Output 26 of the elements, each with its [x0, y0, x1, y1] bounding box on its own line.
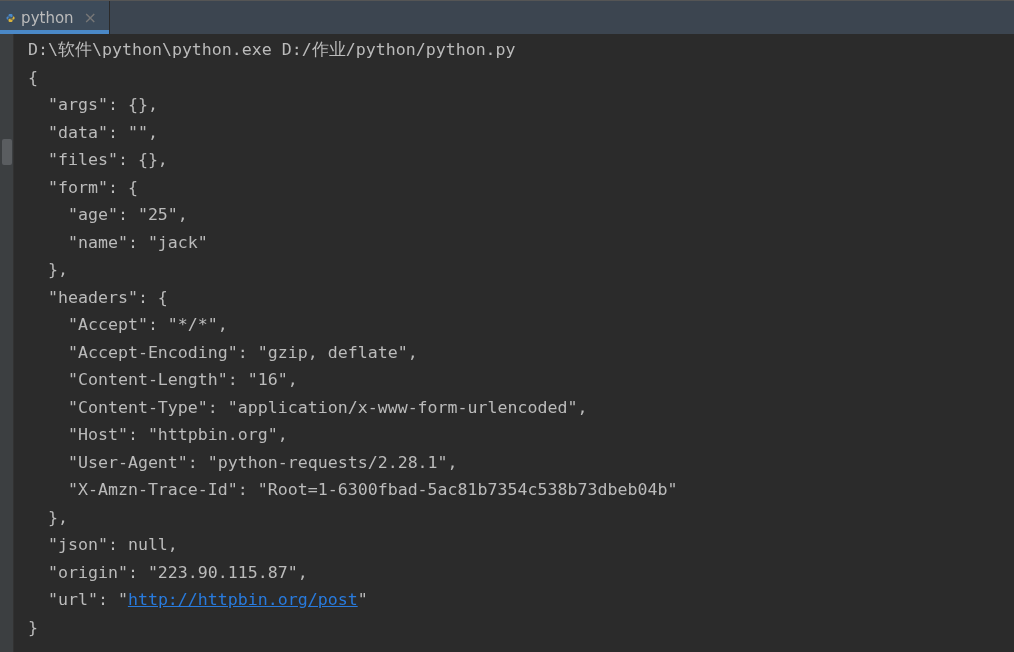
console-line: "Host": "httpbin.org",	[66, 425, 288, 444]
console-line: "Content-Type": "application/x-www-form-urlencoded",	[66, 397, 588, 417]
console-line: "headers": {	[46, 287, 168, 307]
console-line: D:\软件\python\python.exe D:/作业/python/python.py	[28, 40, 516, 59]
console-line: "files": {},	[46, 150, 168, 169]
console-line: "data": "",	[46, 122, 158, 142]
console-line: "url": "	[46, 590, 128, 609]
console-line: "Accept-Encoding": "gzip, deflate",	[66, 342, 418, 362]
console-line: "form": {	[46, 177, 138, 197]
console-line: "Content-Length": "16",	[66, 370, 298, 389]
console-line: "User-Agent": "python-requests/2.28.1",	[66, 452, 458, 472]
console-line: },	[46, 507, 68, 527]
console-line: "args": {},	[46, 95, 158, 114]
console-line: }	[28, 617, 38, 637]
console-line: "json": null,	[46, 535, 178, 554]
console-line: },	[46, 260, 68, 279]
console-line: "age": "25",	[66, 205, 188, 224]
run-tab[interactable]: python ×	[0, 1, 110, 34]
console-line: "name": "jack"	[66, 232, 208, 252]
console-line: {	[28, 67, 38, 87]
close-tab-button[interactable]: ×	[83, 8, 97, 27]
url-link[interactable]: http://httpbin.org/post	[127, 590, 358, 609]
console-line: "Accept": "*/*",	[66, 315, 228, 334]
console-line: "	[357, 590, 368, 609]
console-line: "origin": "223.90.115.87",	[46, 562, 308, 582]
console-line: "X-Amzn-Trace-Id": "Root=1-6300fbad-5ac81b7354c538b73dbeb04b"	[66, 480, 678, 499]
